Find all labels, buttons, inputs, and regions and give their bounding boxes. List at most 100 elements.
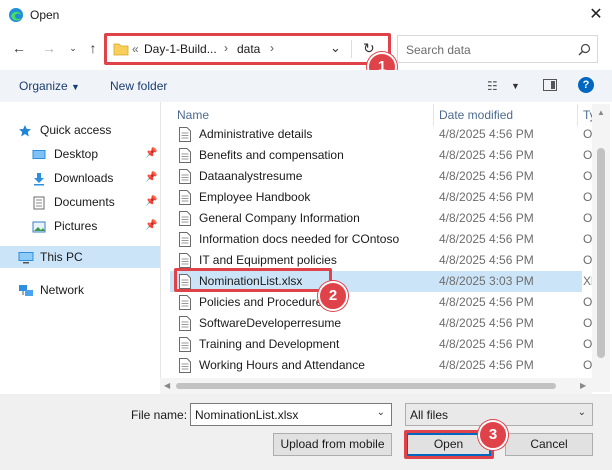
file-row[interactable]: Benefits and compensation 4/8/2025 4:56 P…: [170, 145, 592, 166]
search-input[interactable]: Search data: [397, 35, 598, 63]
document-file-icon: [179, 358, 191, 373]
sidebar-item-label: This PC: [40, 250, 83, 264]
scroll-thumb-horizontal[interactable]: [176, 383, 556, 389]
edge-icon: [9, 8, 23, 22]
help-icon[interactable]: ?: [578, 77, 594, 93]
file-row[interactable]: General Company Information 4/8/2025 4:56…: [170, 208, 592, 229]
document-file-icon: [179, 190, 191, 205]
sidebar-item-pictures[interactable]: Pictures 📌: [0, 215, 160, 237]
caret-down-icon[interactable]: ▼: [511, 81, 520, 91]
recent-chevron-icon[interactable]: ⌄: [64, 38, 82, 58]
sidebar-item-label: Desktop: [54, 147, 99, 161]
window-title: Open: [30, 8, 60, 22]
file-date: 4/8/2025 4:56 PM: [439, 337, 534, 351]
up-arrow-icon[interactable]: ↑: [84, 38, 102, 58]
command-toolbar: Organize ▼ New folder ☷ ▼ ?: [0, 70, 612, 102]
file-row[interactable]: Working Hours and Attendance 4/8/2025 4:5…: [170, 355, 592, 376]
preview-pane-icon[interactable]: [543, 79, 557, 91]
file-row[interactable]: SoftwareDeveloperresume 4/8/2025 4:56 PM O: [170, 313, 592, 334]
organize-button[interactable]: Organize ▼: [19, 79, 80, 93]
back-arrow-icon[interactable]: ←: [10, 38, 28, 58]
download-icon: [32, 171, 46, 186]
sidebar-item-desktop[interactable]: Desktop 📌: [0, 143, 160, 165]
search-icon: [578, 43, 591, 56]
document-file-icon: [179, 211, 191, 226]
file-name-input[interactable]: NominationList.xlsx ⌄: [190, 403, 392, 426]
file-name-label: File name:: [131, 408, 188, 422]
title-bar: Open ✕: [0, 0, 612, 30]
sidebar-item-downloads[interactable]: Downloads 📌: [0, 167, 160, 189]
callout-badge-2: 2: [318, 281, 348, 311]
upload-from-mobile-button[interactable]: Upload from mobile: [273, 433, 392, 456]
file-row[interactable]: Training and Development 4/8/2025 4:56 PM…: [170, 334, 592, 355]
file-name: Dataanalystresume: [199, 169, 303, 183]
search-placeholder: Search data: [406, 43, 471, 57]
file-date: 4/8/2025 4:56 PM: [439, 358, 534, 372]
pin-icon[interactable]: 📌: [145, 191, 157, 213]
file-row[interactable]: Information docs needed for COntoso 4/8/2…: [170, 229, 592, 250]
scroll-right-icon[interactable]: ▶: [580, 381, 586, 390]
column-header-date[interactable]: Date modified: [439, 104, 513, 126]
cancel-button[interactable]: Cancel: [505, 433, 593, 456]
documents-icon: [32, 195, 46, 210]
close-icon[interactable]: ✕: [586, 5, 606, 25]
file-date: 4/8/2025 4:56 PM: [439, 169, 534, 183]
pin-icon[interactable]: 📌: [145, 143, 157, 165]
file-date: 4/8/2025 4:56 PM: [439, 232, 534, 246]
file-date: 4/8/2025 4:56 PM: [439, 295, 534, 309]
chevron-down-icon[interactable]: ⌄: [578, 407, 586, 418]
document-file-icon: [179, 295, 191, 310]
file-name: Working Hours and Attendance: [199, 358, 365, 372]
scroll-left-icon[interactable]: ◀: [164, 381, 170, 390]
pc-icon: [18, 250, 34, 264]
sidebar-item-label: Network: [40, 283, 85, 297]
pin-icon[interactable]: 📌: [145, 167, 157, 189]
sidebar-item-this-pc[interactable]: This PC: [0, 246, 160, 268]
file-row[interactable]: Employee Handbook 4/8/2025 4:56 PM O: [170, 187, 592, 208]
file-date: 4/8/2025 3:03 PM: [439, 274, 534, 288]
file-date: 4/8/2025 4:56 PM: [439, 190, 534, 204]
pictures-icon: [32, 219, 46, 233]
sidebar-item-documents[interactable]: Documents 📌: [0, 191, 160, 213]
view-options-icon[interactable]: ☷: [487, 79, 498, 93]
callout-badge-3: 3: [478, 420, 508, 450]
scroll-up-icon[interactable]: ▲: [597, 108, 605, 117]
document-file-icon: [179, 337, 191, 352]
desktop-icon: [32, 147, 46, 161]
column-divider[interactable]: [577, 104, 578, 126]
file-date: 4/8/2025 4:56 PM: [439, 127, 534, 141]
vertical-scrollbar[interactable]: ▲: [592, 104, 610, 392]
horizontal-scrollbar[interactable]: ◀ ▶: [160, 378, 592, 394]
file-name: Benefits and compensation: [199, 148, 344, 162]
chevron-down-icon[interactable]: ⌄: [377, 407, 385, 418]
new-folder-button[interactable]: New folder: [110, 79, 167, 93]
pin-icon[interactable]: 📌: [145, 215, 157, 237]
file-name: Employee Handbook: [199, 190, 311, 204]
file-date: 4/8/2025 4:56 PM: [439, 316, 534, 330]
sidebar-item-label: Pictures: [54, 219, 98, 233]
sidebar-item-network[interactable]: Network: [0, 279, 160, 301]
file-row[interactable]: Administrative details 4/8/2025 4:56 PM O: [170, 124, 592, 145]
organize-label: Organize: [19, 79, 68, 93]
file-row[interactable]: Policies and Procedures 4/8/2025 4:56 PM O: [170, 292, 592, 313]
file-date: 4/8/2025 4:56 PM: [439, 148, 534, 162]
file-name: SoftwareDeveloperresume: [199, 316, 342, 330]
sidebar-item-quick-access[interactable]: Quick access: [0, 119, 160, 141]
document-file-icon: [179, 316, 191, 331]
sidebar-item-label: Quick access: [40, 123, 112, 137]
document-file-icon: [179, 253, 191, 268]
file-name: Training and Development: [199, 337, 340, 351]
network-icon: [18, 283, 33, 297]
column-divider[interactable]: [433, 104, 434, 126]
file-name: General Company Information: [199, 211, 360, 225]
document-file-icon: [179, 232, 191, 247]
file-name: Administrative details: [199, 127, 313, 141]
star-icon: [18, 123, 32, 137]
document-file-icon: [179, 169, 191, 184]
sidebar-item-label: Downloads: [54, 171, 114, 185]
column-header-name[interactable]: Name: [177, 104, 209, 126]
forward-arrow-icon[interactable]: →: [40, 38, 58, 58]
file-row[interactable]: Dataanalystresume 4/8/2025 4:56 PM O: [170, 166, 592, 187]
file-type-value: All files: [410, 408, 449, 422]
scroll-thumb[interactable]: [597, 148, 605, 358]
